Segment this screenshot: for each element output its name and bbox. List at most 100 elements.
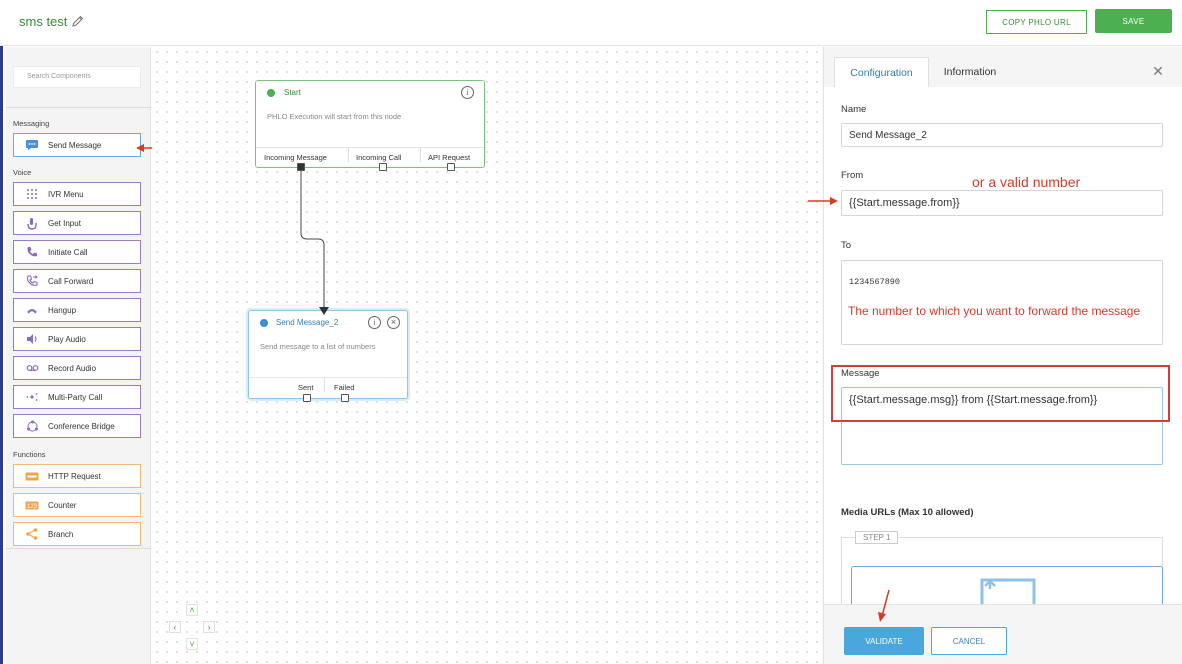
component-label: Hangup: [48, 305, 77, 315]
panel-footer: VALIDATE CANCEL: [824, 604, 1182, 664]
annotation-from-note: or a valid number: [972, 174, 1081, 190]
counter-icon: 123: [25, 498, 39, 512]
pan-left-button[interactable]: ‹: [169, 621, 181, 633]
component-branch[interactable]: Branch: [13, 522, 141, 546]
media-step-box: STEP 1: [841, 531, 1163, 604]
hangup-icon: [25, 303, 39, 317]
start-node[interactable]: Start i PHLO Execution will start from t…: [255, 80, 485, 168]
to-value: 1234567890: [849, 277, 901, 287]
component-record-audio[interactable]: Record Audio: [13, 356, 141, 380]
port-api-request[interactable]: [447, 163, 455, 171]
component-counter[interactable]: 123 Counter: [13, 493, 141, 517]
pan-right-button[interactable]: ›: [203, 621, 215, 633]
speaker-icon: [25, 332, 39, 346]
component-multi-party-call[interactable]: Multi-Party Call: [13, 385, 141, 409]
tab-configuration[interactable]: Configuration: [834, 57, 929, 87]
port-divider: [420, 148, 421, 162]
component-label: IVR Menu: [48, 189, 84, 199]
component-play-audio[interactable]: Play Audio: [13, 327, 141, 351]
component-label: Record Audio: [48, 363, 97, 373]
search-components-input[interactable]: Search Components: [13, 66, 141, 88]
pencil-icon[interactable]: [71, 14, 85, 28]
port-failed[interactable]: [341, 394, 349, 402]
component-label: Send Message: [48, 140, 102, 150]
component-get-input[interactable]: Get Input: [13, 211, 141, 235]
component-ivr-menu[interactable]: IVR Menu: [13, 182, 141, 206]
component-conference-bridge[interactable]: Conference Bridge: [13, 414, 141, 438]
port-label-sent: Sent: [298, 383, 314, 392]
name-input[interactable]: Send Message_2: [841, 123, 1163, 147]
annotation-to-note: The number to which you want to forward …: [848, 304, 1141, 318]
chat-icon: [25, 138, 39, 152]
port-label-incoming-message: Incoming Message: [264, 153, 327, 162]
upload-icon: [980, 578, 1036, 604]
section-label-voice: Voice: [13, 168, 32, 177]
component-initiate-call[interactable]: Initiate Call: [13, 240, 141, 264]
port-sent[interactable]: [303, 394, 311, 402]
send-status-dot: [260, 319, 268, 327]
touch-icon: [25, 216, 39, 230]
window-edge: [0, 0, 3, 664]
pan-up-button[interactable]: ˄: [186, 604, 198, 616]
component-call-forward[interactable]: Call Forward: [13, 269, 141, 293]
save-button[interactable]: SAVE: [1095, 9, 1172, 33]
from-input[interactable]: {{Start.message.from}}: [841, 190, 1163, 216]
svg-text:123: 123: [27, 504, 38, 510]
phone-forward-icon: [25, 274, 39, 288]
sidebar-divider: [6, 548, 151, 549]
port-label-api-request: API Request: [428, 153, 471, 162]
tab-information[interactable]: Information: [930, 57, 1010, 87]
send-node-description: Send message to a list of numbers: [260, 342, 376, 351]
phone-icon: [25, 245, 39, 259]
component-label: Multi-Party Call: [48, 392, 103, 402]
start-status-dot: [267, 89, 275, 97]
component-label: HTTP Request: [48, 471, 101, 481]
conference-icon: [25, 419, 39, 433]
send-message-node[interactable]: Send Message_2 i × Send message to a lis…: [248, 310, 408, 399]
branch-icon: [25, 527, 39, 541]
keypad-icon: [25, 187, 39, 201]
step-label: STEP 1: [855, 531, 899, 544]
media-urls-label: Media URLs (Max 10 allowed): [841, 507, 974, 518]
to-input[interactable]: 1234567890: [841, 260, 1163, 345]
component-label: Counter: [48, 500, 77, 510]
component-label: Call Forward: [48, 276, 94, 286]
multiparty-icon: [25, 390, 39, 404]
http-icon: [25, 469, 39, 483]
close-icon[interactable]: ×: [387, 316, 400, 329]
info-icon[interactable]: i: [368, 316, 381, 329]
component-label: Conference Bridge: [48, 421, 115, 431]
cancel-button[interactable]: CANCEL: [931, 627, 1007, 655]
components-sidebar: Search Components Messaging Send Message…: [6, 47, 151, 664]
send-node-ports: Sent Failed: [249, 377, 407, 397]
phlo-editor: sms test COPY PHLO URL SAVE Search Compo…: [0, 0, 1182, 664]
port-label-failed: Failed: [334, 383, 355, 392]
port-divider: [348, 148, 349, 162]
top-bar: sms test COPY PHLO URL SAVE: [0, 0, 1182, 46]
component-hangup[interactable]: Hangup: [13, 298, 141, 322]
flow-title[interactable]: sms test: [19, 14, 67, 29]
component-http-request[interactable]: HTTP Request: [13, 464, 141, 488]
section-label-functions: Functions: [13, 450, 46, 459]
media-url-dropzone[interactable]: [851, 566, 1163, 604]
config-panel: Configuration Information ✕ Name Send Me…: [823, 47, 1182, 664]
copy-phlo-url-button[interactable]: COPY PHLO URL: [986, 10, 1087, 34]
name-label: Name: [841, 104, 867, 115]
to-label: To: [841, 240, 852, 251]
sidebar-divider: [6, 107, 151, 108]
start-node-title: Start: [284, 88, 301, 97]
component-label: Branch: [48, 529, 74, 539]
port-label-incoming-call: Incoming Call: [356, 153, 402, 162]
message-highlight-box: [831, 365, 1170, 422]
component-label: Play Audio: [48, 334, 86, 344]
port-incoming-call[interactable]: [379, 163, 387, 171]
port-incoming-message[interactable]: [297, 163, 305, 171]
send-node-title: Send Message_2: [276, 318, 339, 327]
pan-down-button[interactable]: ˅: [186, 638, 198, 650]
info-icon[interactable]: i: [461, 86, 474, 99]
validate-button[interactable]: VALIDATE: [844, 627, 924, 655]
voicemail-icon: [25, 361, 39, 375]
close-icon[interactable]: ✕: [1151, 64, 1165, 78]
from-label: From: [841, 170, 864, 181]
component-send-message[interactable]: Send Message: [13, 133, 141, 157]
